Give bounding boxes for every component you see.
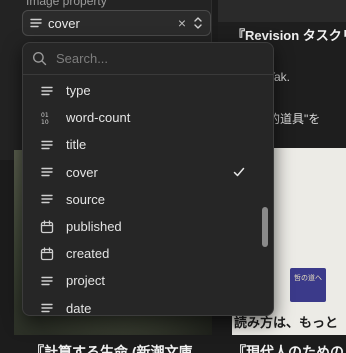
option-label: created xyxy=(66,246,110,262)
text-icon xyxy=(40,301,54,315)
option-label: cover xyxy=(66,164,98,180)
option-label: word-count xyxy=(66,110,131,126)
option-label: date xyxy=(66,300,92,316)
option-word-count[interactable]: 01 10 word-count xyxy=(23,104,273,131)
text-icon xyxy=(40,274,54,288)
scrollbar-thumb[interactable] xyxy=(262,207,268,247)
field-label: Image property xyxy=(26,0,107,8)
card-title-right-bottom[interactable]: 『現代人のための xyxy=(232,342,344,353)
option-created[interactable]: created xyxy=(23,240,273,267)
text-icon xyxy=(40,138,54,152)
cover-art-text: 哲の道へ xyxy=(294,275,322,282)
search-icon xyxy=(32,51,47,66)
option-title[interactable]: title xyxy=(23,131,273,158)
option-cover[interactable]: cover xyxy=(23,159,273,186)
text-icon xyxy=(40,84,54,98)
image-property-select[interactable]: cover × xyxy=(22,10,211,36)
option-label: published xyxy=(66,219,122,235)
option-list: type 01 10 word-count title cover source … xyxy=(23,77,273,316)
option-label: title xyxy=(66,137,87,153)
text-icon xyxy=(40,192,54,206)
card-title-left[interactable]: 『計算する生命 (新潮文庫 xyxy=(30,342,220,353)
card-cover-image-top xyxy=(218,0,346,22)
chevron-up-down-icon[interactable] xyxy=(192,16,204,30)
cover-art: 哲の道へ xyxy=(290,268,326,302)
option-label: type xyxy=(66,83,91,99)
checkmark-icon xyxy=(233,167,245,176)
text-icon xyxy=(40,165,54,179)
clear-icon[interactable]: × xyxy=(178,16,186,30)
option-label: source xyxy=(66,191,106,207)
svg-text:10: 10 xyxy=(41,119,49,125)
calendar-icon xyxy=(40,247,54,261)
calendar-icon xyxy=(40,219,54,234)
option-project[interactable]: project xyxy=(23,267,273,294)
number-icon: 01 10 xyxy=(40,111,54,125)
option-source[interactable]: source xyxy=(23,186,273,213)
search-row xyxy=(23,43,273,75)
property-dropdown: type 0110 word-count title cover source … xyxy=(22,42,274,316)
option-label: project xyxy=(66,273,106,289)
option-type[interactable]: type xyxy=(23,77,273,104)
option-date[interactable]: date xyxy=(23,295,273,316)
svg-text:01: 01 xyxy=(41,112,49,119)
option-published[interactable]: published xyxy=(23,213,273,240)
card-meta-value: 的道具"を xyxy=(268,112,321,126)
text-icon xyxy=(30,18,42,28)
selected-value: cover xyxy=(48,15,80,31)
search-input[interactable] xyxy=(56,51,264,66)
